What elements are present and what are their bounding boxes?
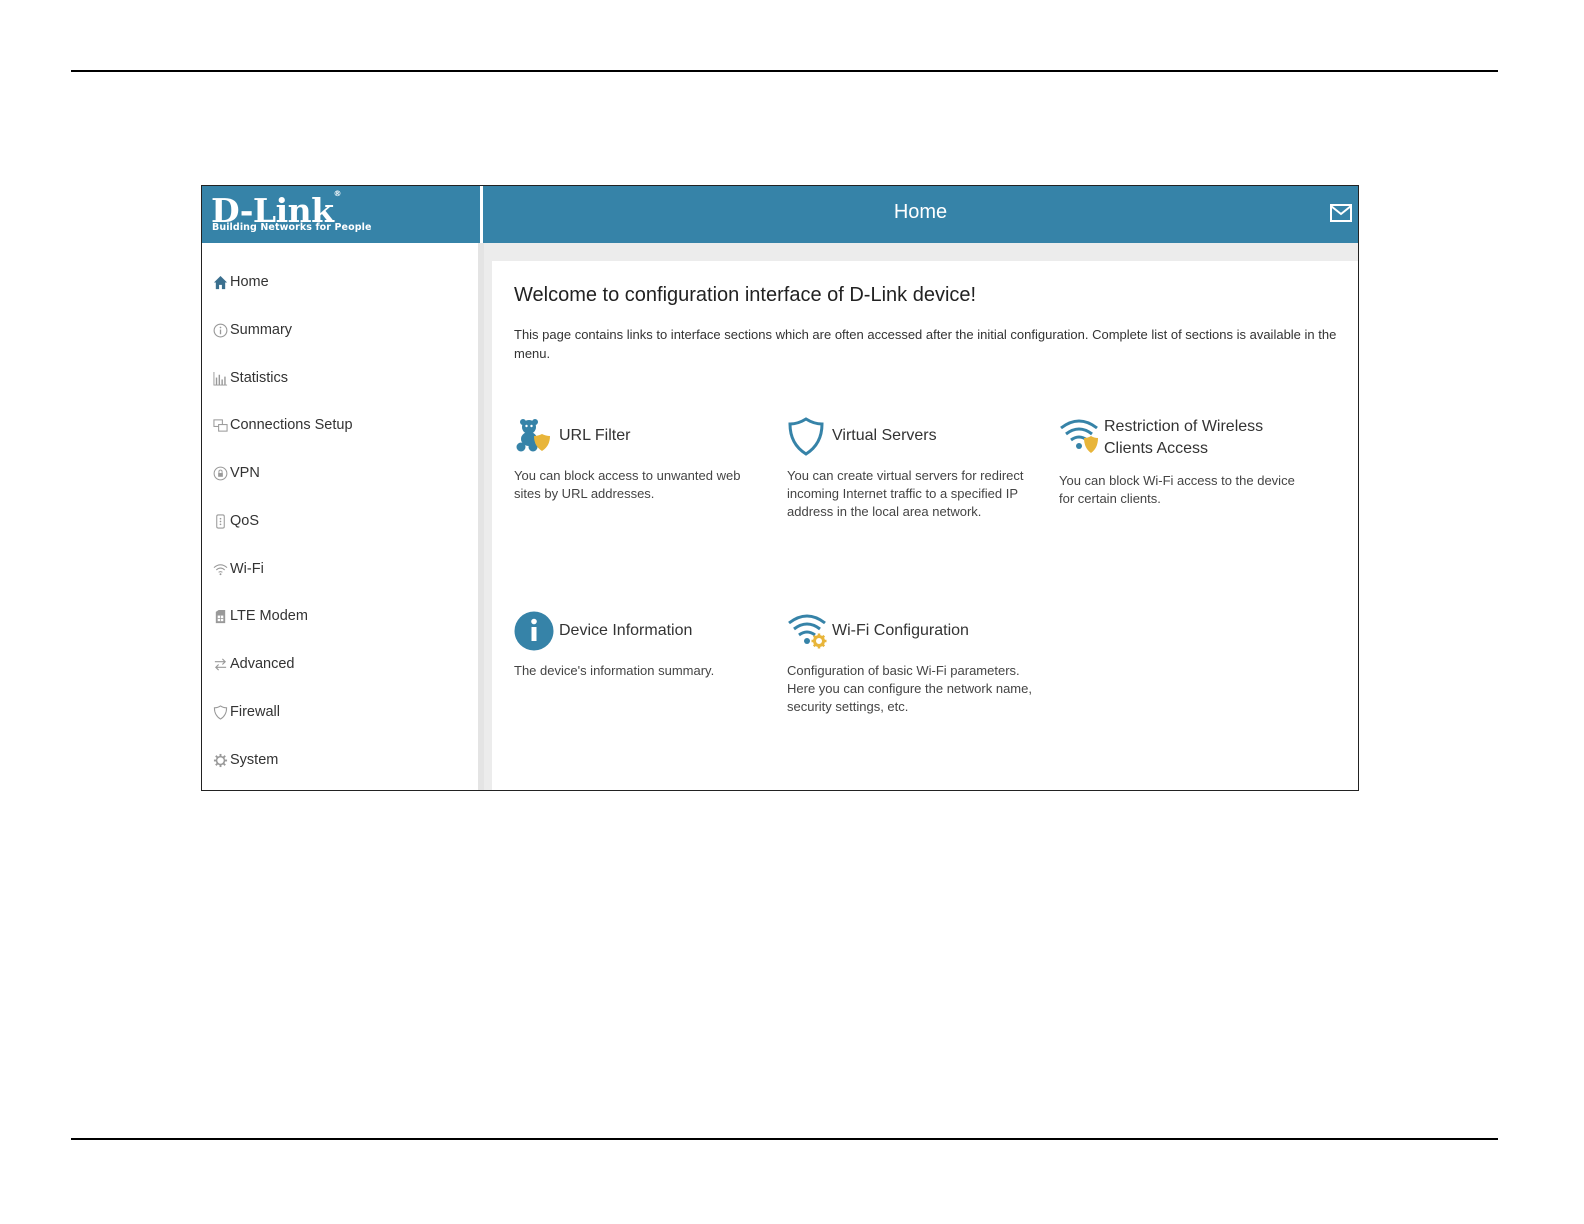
sidebar-item-statistics[interactable]: Statistics: [212, 366, 288, 390]
tile-description: Configuration of basic Wi-Fi parameters.…: [787, 663, 1032, 714]
url-filter-icon: [516, 419, 550, 452]
wifi-gear-icon: [788, 614, 827, 649]
sidebar: Home Summary Statistics Connections Setu…: [202, 243, 478, 790]
top-rule: [71, 70, 1498, 72]
sidebar-item-vpn[interactable]: VPN: [212, 461, 260, 485]
tile-title: Device Information: [559, 622, 693, 639]
page-title: Home: [893, 201, 948, 223]
mail-icon[interactable]: [1330, 204, 1352, 222]
tile-title: Restriction of Wireless Clients Access: [1104, 418, 1264, 457]
tile-title: Wi-Fi Configuration: [832, 622, 969, 639]
sidebar-item-label: Firewall: [230, 704, 280, 720]
tile-description: You can create virtual servers for redir…: [787, 468, 1024, 519]
sidebar-item-home[interactable]: Home: [212, 270, 269, 294]
logo-bar: D-Link® Building Networks for People: [202, 186, 480, 243]
sidebar-item-label: Advanced: [230, 656, 295, 672]
sidebar-item-system[interactable]: System: [212, 748, 278, 772]
info-circle-icon: [514, 611, 554, 651]
tile-title: Virtual Servers: [832, 427, 937, 444]
sidebar-item-qos[interactable]: QoS: [212, 509, 259, 533]
bottom-rule: [71, 1138, 1498, 1140]
sidebar-item-lte-modem[interactable]: LTE Modem: [212, 604, 308, 628]
header-bar: Home: [483, 186, 1358, 243]
sidebar-item-label: Connections Setup: [230, 417, 353, 433]
wifi-icon: [212, 561, 229, 578]
sidebar-item-summary[interactable]: Summary: [212, 318, 292, 342]
welcome-heading: Welcome to configuration interface of D-…: [514, 284, 977, 306]
logo-tagline: Building Networks for People: [212, 222, 372, 233]
sidebar-item-label: QoS: [230, 513, 260, 529]
sidebar-item-label: Summary: [230, 322, 293, 338]
sidebar-item-label: Statistics: [230, 370, 289, 386]
sim-card-icon: [212, 608, 229, 625]
arrows-icon: [212, 656, 229, 673]
sidebar-item-firewall[interactable]: Firewall: [212, 700, 280, 724]
sidebar-item-wifi[interactable]: Wi-Fi: [212, 557, 264, 581]
intro-text: This page contains links to interface se…: [514, 327, 1337, 361]
tile-description: You can block Wi-Fi access to the device…: [1059, 473, 1295, 506]
tile-title: URL Filter: [559, 427, 631, 444]
qos-icon: [212, 513, 229, 530]
sidebar-item-connections-setup[interactable]: Connections Setup: [212, 413, 353, 437]
wifi-shield-icon: [1060, 419, 1098, 453]
home-icon: [212, 274, 229, 291]
router-ui-window: D-Link® Building Networks for People Hom…: [201, 185, 1359, 791]
sidebar-item-label: LTE Modem: [230, 608, 308, 624]
sidebar-item-label: System: [230, 752, 279, 768]
vpn-icon: [212, 465, 229, 482]
sidebar-item-label: VPN: [230, 465, 260, 481]
bar-chart-icon: [212, 370, 229, 387]
sidebar-item-advanced[interactable]: Advanced: [212, 652, 295, 676]
shield-icon: [212, 704, 229, 721]
content-panel: Welcome to configuration interface of D-…: [492, 261, 1358, 790]
shield-icon: [788, 417, 824, 456]
sidebar-item-label: Wi-Fi: [230, 561, 264, 577]
connections-icon: [212, 417, 229, 434]
info-icon: [212, 322, 229, 339]
sidebar-item-label: Home: [230, 274, 269, 290]
tile-description: You can block access to unwanted web sit…: [514, 468, 741, 501]
tile-description: The device's information summary.: [514, 663, 715, 678]
gear-icon: [212, 752, 229, 769]
